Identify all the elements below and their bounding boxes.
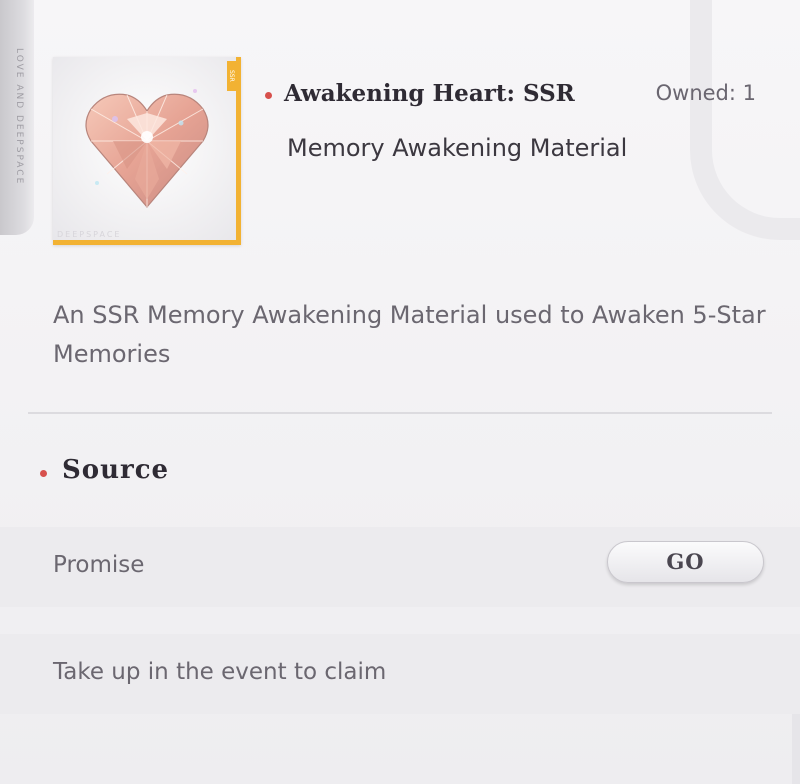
rarity-tag: SSR (227, 61, 236, 91)
source-row-label: Take up in the event to claim (53, 659, 387, 685)
item-description: An SSR Memory Awakening Material used to… (53, 301, 766, 368)
side-strip: LOVE AND DEEPSPACE (0, 0, 34, 235)
item-type: Memory Awakening Material (287, 134, 628, 162)
source-bullet-dot (40, 470, 47, 477)
card-rarity-border-right (236, 57, 241, 245)
go-button[interactable]: GO (607, 541, 764, 583)
source-row-promise: Promise GO (0, 527, 800, 607)
source-row-label: Promise (53, 552, 145, 578)
item-card: SSR DEEPSPACE (53, 57, 241, 245)
owned-count: Owned: 1 (655, 81, 756, 105)
diamond-heart-icon (85, 89, 209, 208)
source-row-event: Take up in the event to claim (0, 634, 800, 714)
decorative-arc (690, 0, 800, 240)
item-detail-panel: LOVE AND DEEPSPACE SSR DEEPSPACE Awakeni… (0, 0, 800, 784)
item-name: Awakening Heart: SSR (284, 80, 575, 107)
title-bullet-dot (265, 92, 272, 99)
card-watermark: DEEPSPACE (57, 230, 122, 239)
card-rarity-border-bottom (53, 240, 241, 245)
divider (28, 412, 772, 414)
side-strip-text: LOVE AND DEEPSPACE (14, 48, 24, 186)
source-heading: Source (62, 455, 170, 485)
